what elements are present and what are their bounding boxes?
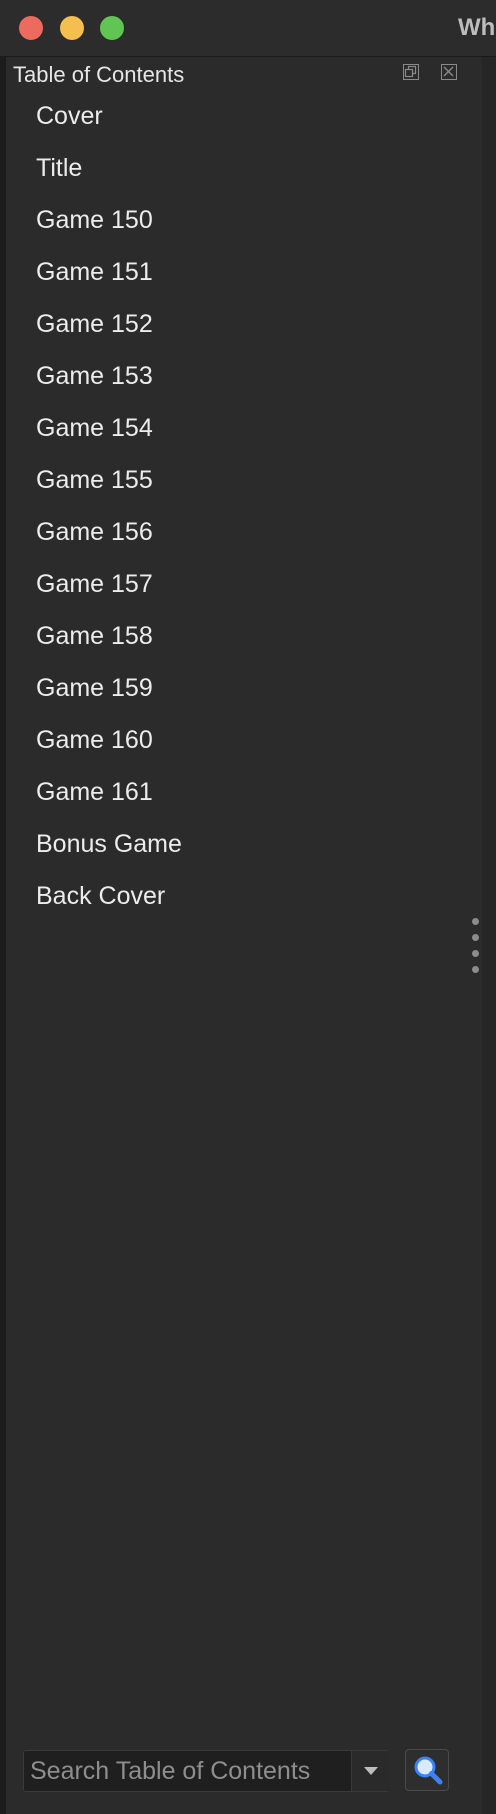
grip-dot <box>472 934 479 941</box>
search-options-dropdown[interactable] <box>351 1751 389 1791</box>
toc-item[interactable]: Title <box>6 151 482 203</box>
resize-grip[interactable] <box>472 918 480 978</box>
toc-item[interactable]: Bonus Game <box>6 827 482 879</box>
toc-item[interactable]: Game 156 <box>6 515 482 567</box>
grip-dot <box>472 966 479 973</box>
toc-item[interactable]: Back Cover <box>6 879 482 931</box>
toc-item[interactable]: Game 157 <box>6 567 482 619</box>
float-panel-icon <box>404 65 417 78</box>
panel-header: Table of Contents <box>6 57 482 91</box>
search-input[interactable] <box>24 1751 350 1791</box>
title-bar[interactable]: Wh <box>0 0 496 57</box>
toc-item[interactable]: Game 155 <box>6 463 482 515</box>
toc-item[interactable]: Cover <box>6 99 482 151</box>
grip-dot <box>472 918 479 925</box>
toc-item[interactable]: Game 158 <box>6 619 482 671</box>
toc-panel: Table of Contents Cover Title Game 150 Game… <box>6 57 482 1814</box>
chevron-down-icon <box>364 1767 378 1775</box>
document-edge <box>482 57 496 1814</box>
toc-item[interactable]: Game 153 <box>6 359 482 411</box>
toc-item[interactable]: Game 152 <box>6 307 482 359</box>
float-panel-button[interactable] <box>403 64 419 80</box>
toc-item[interactable]: Game 154 <box>6 411 482 463</box>
panel-title: Table of Contents <box>13 62 185 87</box>
close-panel-icon <box>443 66 454 77</box>
window-title: Wh <box>458 14 496 41</box>
close-panel-button[interactable] <box>441 64 457 80</box>
search-icon <box>414 1756 443 1785</box>
toc-item[interactable]: Game 151 <box>6 255 482 307</box>
toc-item[interactable]: Game 150 <box>6 203 482 255</box>
search-button[interactable] <box>405 1749 449 1791</box>
window-close-button[interactable] <box>19 16 43 40</box>
toc-item[interactable]: Game 159 <box>6 671 482 723</box>
app-window: Wh Table of Contents Cover Title Game 150 G… <box>0 0 496 1814</box>
toc-item[interactable]: Game 160 <box>6 723 482 775</box>
window-minimize-button[interactable] <box>60 16 84 40</box>
grip-dot <box>472 950 479 957</box>
search-bar <box>23 1750 389 1792</box>
toc-item[interactable]: Game 161 <box>6 775 482 827</box>
window-maximize-button[interactable] <box>100 16 124 40</box>
toc-list: Cover Title Game 150 Game 151 Game 152 Game 1… <box>6 99 482 931</box>
